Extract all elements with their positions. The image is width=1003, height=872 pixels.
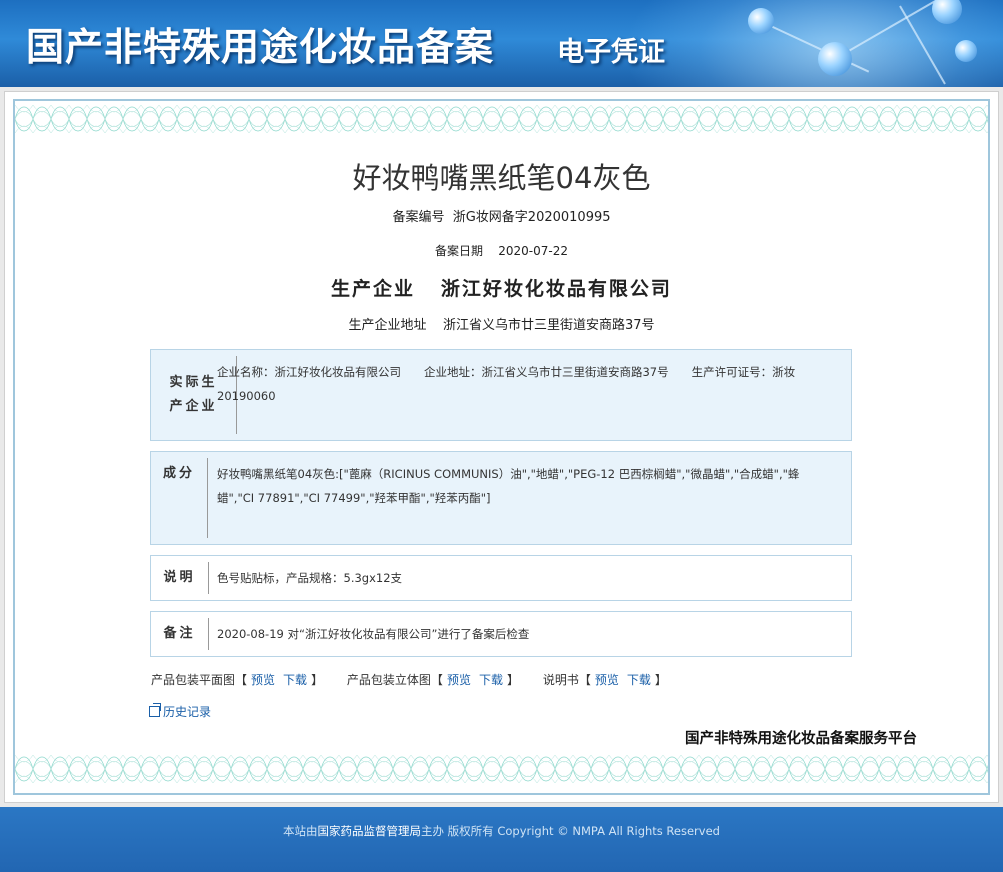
bracket-close: 】 — [311, 673, 324, 687]
preview-link[interactable]: 预览 — [447, 673, 471, 687]
top-guilloche-pattern — [15, 101, 988, 137]
actual-producer-content: 企业名称：浙江好妆化妆品有限公司 企业地址：浙江省义乌市廿三里街道安商路37号 … — [217, 365, 796, 403]
molecule-sphere — [818, 42, 852, 76]
attachments-row: 产品包装平面图【 预览 下载】 产品包装立体图【 预览 下载】 说明书【 预览 下载】 — [151, 671, 687, 688]
producer-address-line: 生产企业地址 浙江省义乌市廿三里街道安商路37号 — [0, 314, 1003, 333]
filing-date-line: 备案日期 2020-07-22 — [0, 242, 1003, 259]
footer-copyright: 本站由国家药品监督管理局主办 版权所有 Copyright © NMPA All… — [0, 823, 1003, 839]
footer-suffix: 主办 版权所有 Copyright © NMPA All Rights Rese… — [421, 824, 720, 838]
attachment-manual: 说明书【 预览 下载】 — [543, 671, 667, 688]
notes-content: 色号贴贴标，产品规格：5.3gx12支 — [217, 571, 403, 585]
actual-producer-section: 实际生产企业 企业名称：浙江好妆化妆品有限公司 企业地址：浙江省义乌市廿三里街道… — [150, 349, 852, 441]
bracket-close: 】 — [654, 673, 667, 687]
remarks-label: 备注 — [151, 618, 209, 650]
ingredients-section: 成分 好妆鸭嘴黑纸笔04灰色:["蓖麻（RICINUS COMMUNIS）油",… — [150, 451, 852, 545]
remarks-section: 备注 2020-08-19 对“浙江好妆化妆品有限公司”进行了备案后检查 — [150, 611, 852, 657]
attachment-label: 说明书 — [542, 673, 579, 687]
product-name-title: 好妆鸭嘴黑纸笔04灰色 — [352, 161, 651, 195]
certificate-border — [13, 99, 990, 795]
preview-link[interactable]: 预览 — [595, 673, 619, 687]
filing-number-label: 备案编号 — [392, 210, 445, 225]
external-window-icon — [149, 703, 161, 717]
producer-line: 生产企业 浙江好妆化妆品有限公司 — [0, 274, 1003, 301]
attachment-flat-package: 产品包装平面图【 预览 下载】 — [151, 671, 323, 688]
bracket-open: 【 — [578, 673, 591, 687]
banner-title: 国产非特殊用途化妆品备案 — [26, 24, 495, 69]
attachment-label: 产品包装平面图 — [151, 673, 236, 687]
bracket-open: 【 — [430, 673, 443, 687]
notes-section: 说明 色号贴贴标，产品规格：5.3gx12支 — [150, 555, 852, 601]
attachment-3d-package: 产品包装立体图【 预览 下载】 — [347, 671, 519, 688]
producer-label: 生产企业 — [331, 278, 416, 300]
notes-label: 说明 — [151, 562, 209, 594]
filing-date-label: 备案日期 — [434, 244, 483, 258]
footer-bar — [0, 807, 1003, 872]
footer-prefix: 本站由 — [283, 824, 318, 838]
history-link[interactable]: 历史记录 — [149, 703, 211, 720]
footer-org: 国家药品监督管理局 — [317, 824, 422, 838]
molecule-sphere — [748, 8, 774, 34]
download-link[interactable]: 下载 — [283, 673, 307, 687]
preview-link[interactable]: 预览 — [251, 673, 275, 687]
download-link[interactable]: 下载 — [627, 673, 651, 687]
filing-number-value: 浙G妆网备字2020010995 — [452, 210, 611, 225]
remarks-content: 2020-08-19 对“浙江好妆化妆品有限公司”进行了备案后检查 — [217, 627, 530, 641]
header-banner: 国产非特殊用途化妆品备案 电子凭证 — [0, 0, 1003, 87]
molecule-sphere — [955, 40, 977, 62]
attachment-label: 产品包装立体图 — [346, 673, 431, 687]
ingredients-label: 成分 — [151, 458, 208, 538]
download-link[interactable]: 下载 — [479, 673, 503, 687]
bracket-close: 】 — [506, 673, 519, 687]
producer-name: 浙江好妆化妆品有限公司 — [440, 278, 672, 300]
producer-address-value: 浙江省义乌市廿三里街道安商路37号 — [443, 318, 655, 333]
filing-date-value: 2020-07-22 — [498, 244, 569, 258]
banner-subtitle: 电子凭证 — [557, 37, 665, 68]
filing-number-line: 备案编号 浙G妆网备字2020010995 — [0, 206, 1003, 225]
bottom-guilloche-pattern — [15, 751, 988, 787]
history-link-label: 历史记录 — [163, 705, 212, 719]
bracket-open: 【 — [235, 673, 248, 687]
producer-address-label: 生产企业地址 — [348, 318, 427, 333]
ingredients-content: 好妆鸭嘴黑纸笔04灰色:["蓖麻（RICINUS COMMUNIS）油","地蜡… — [217, 467, 800, 505]
platform-name: 国产非特殊用途化妆品备案服务平台 — [685, 731, 917, 747]
